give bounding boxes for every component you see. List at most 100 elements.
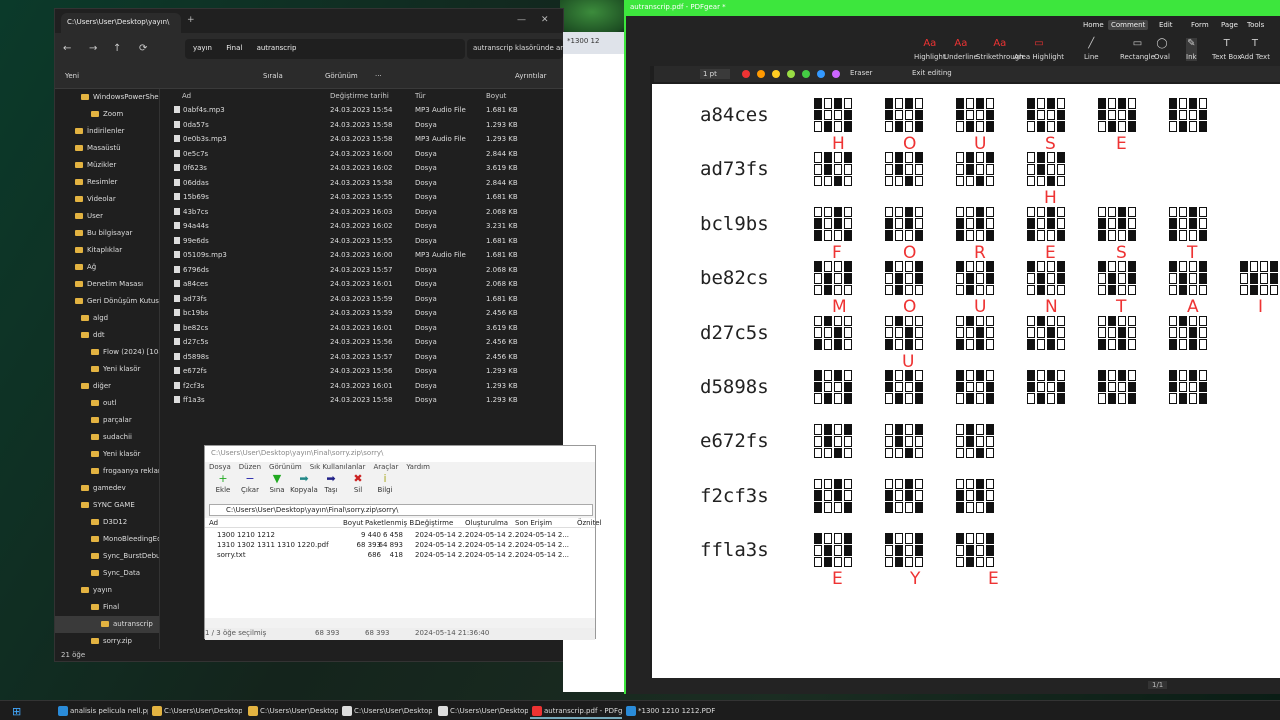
file-row[interactable]: a84ces 24.03.2023 16:01 Dosya 2.068 KB: [170, 277, 550, 292]
archive-menu-item[interactable]: Görünüm: [269, 463, 302, 471]
ink-annotation[interactable]: U: [902, 352, 914, 372]
archive-tool-button[interactable]: ➡ Kopyala: [290, 473, 318, 494]
exit-editing-button[interactable]: Exit editing: [912, 69, 952, 77]
sidebar-item[interactable]: sudachii: [55, 429, 159, 446]
ink-annotation[interactable]: A: [1187, 297, 1199, 317]
ribbon-tool[interactable]: ◯ Oval: [1154, 38, 1170, 61]
sidebar-item[interactable]: Denetim Masası: [55, 276, 159, 293]
archive-col[interactable]: Oluşturulma: [465, 519, 508, 527]
file-row[interactable]: 43b7cs 24.03.2023 16:03 Dosya 2.068 KB: [170, 205, 550, 220]
archive-row[interactable]: sorry.txt 686 418 2024-05-14 2... 2024-05-14…: [205, 550, 595, 560]
archive-menu-item[interactable]: Sık Kullanılanlar: [310, 463, 366, 471]
sidebar-item[interactable]: Yeni klasör: [55, 361, 159, 378]
col-type[interactable]: Tür: [415, 92, 426, 100]
ink-annotation[interactable]: N: [1045, 297, 1058, 317]
sidebar-item[interactable]: Geri Dönüşüm Kutusu: [55, 293, 159, 310]
sidebar-item[interactable]: autranscrip: [55, 616, 159, 633]
ink-annotation[interactable]: Y: [910, 569, 920, 589]
file-row[interactable]: 06ddas 24.03.2023 15:58 Dosya 2.844 KB: [170, 176, 550, 191]
file-row[interactable]: 0f623s 24.03.2023 16:02 Dosya 3.619 KB: [170, 161, 550, 176]
archive-menu-item[interactable]: Dosya: [209, 463, 231, 471]
ribbon-tool[interactable]: ▭ Area Highlight: [1014, 38, 1064, 61]
archive-col[interactable]: Ad: [209, 519, 218, 527]
ink-annotation[interactable]: U: [974, 297, 986, 317]
sidebar-item[interactable]: Flow (2024) [1080p] [B: [55, 344, 159, 361]
ink-width[interactable]: 1 pt: [700, 69, 730, 79]
sidebar-item[interactable]: Yeni klasör: [55, 446, 159, 463]
view-button[interactable]: Görünüm: [325, 72, 358, 80]
ribbon-tab[interactable]: Comment: [1108, 20, 1149, 30]
taskbar-item[interactable]: C:\Users\User\Desktop\: [340, 703, 432, 719]
sidebar-item[interactable]: D3D12: [55, 514, 159, 531]
ink-annotation[interactable]: R: [974, 243, 986, 263]
ribbon-tab[interactable]: Tools: [1244, 20, 1267, 30]
archive-col[interactable]: Öznitel: [577, 519, 602, 527]
ink-color-swatch[interactable]: [832, 70, 840, 78]
sidebar-item[interactable]: gamedev: [55, 480, 159, 497]
archive-tool-button[interactable]: i Bilgi: [371, 473, 399, 494]
minimize-icon[interactable]: —: [517, 15, 526, 25]
ink-annotation[interactable]: O: [903, 243, 916, 263]
file-row[interactable]: 15b69s 24.03.2023 15:55 Dosya 1.681 KB: [170, 190, 550, 205]
search-input[interactable]: autranscrip klasöründe ar..: [467, 39, 563, 59]
sidebar-item[interactable]: algd: [55, 310, 159, 327]
sidebar-item[interactable]: SYNC GAME: [55, 497, 159, 514]
sidebar-item[interactable]: Sync_Data: [55, 565, 159, 582]
archive-col[interactable]: Değiştirme: [415, 519, 453, 527]
ribbon-tab[interactable]: Home: [1080, 20, 1107, 30]
sidebar-item[interactable]: User: [55, 208, 159, 225]
ink-color-swatch[interactable]: [802, 70, 810, 78]
archive-menu-item[interactable]: Araçlar: [373, 463, 398, 471]
taskbar-item[interactable]: analisis pelicula nell.ppt: [56, 703, 148, 719]
breadcrumb[interactable]: yayın Final autranscrip: [185, 39, 465, 59]
sort-button[interactable]: Sırala: [263, 72, 283, 80]
ribbon-tool[interactable]: ✎ Ink: [1186, 38, 1197, 61]
ribbon-tool[interactable]: T Text Box: [1212, 38, 1241, 61]
close-icon[interactable]: ✕: [541, 15, 549, 25]
eraser-button[interactable]: Eraser: [850, 69, 872, 77]
col-size[interactable]: Boyut: [486, 92, 506, 100]
ink-annotation[interactable]: O: [903, 134, 916, 154]
ribbon-tab[interactable]: Page: [1218, 20, 1241, 30]
sidebar-item[interactable]: parçalar: [55, 412, 159, 429]
archive-col[interactable]: Paketlenmiş B...: [365, 519, 421, 527]
col-date[interactable]: Değiştirme tarihi: [330, 92, 389, 100]
sidebar-item[interactable]: Ağ: [55, 259, 159, 276]
page-indicator[interactable]: 1/1: [1148, 681, 1168, 689]
archive-tool-button[interactable]: + Ekle: [209, 473, 237, 494]
sidebar-item[interactable]: Kitaplıklar: [55, 242, 159, 259]
taskbar-item[interactable]: C:\Users\User\Desktop\: [246, 703, 338, 719]
ribbon-tool[interactable]: T Add Text: [1240, 38, 1270, 61]
file-row[interactable]: d5898s 24.03.2023 15:57 Dosya 2.456 KB: [170, 350, 550, 365]
ink-annotation[interactable]: I: [1258, 297, 1263, 317]
taskbar-item[interactable]: autranscrip.pdf - PDFge: [530, 703, 622, 719]
sidebar-item[interactable]: Müzikler: [55, 157, 159, 174]
refresh-icon[interactable]: ⟳: [139, 43, 147, 54]
ink-annotation[interactable]: H: [832, 134, 845, 154]
ribbon-tab[interactable]: Form: [1188, 20, 1212, 30]
taskbar-item[interactable]: *1300 1210 1212.PDF ve c: [624, 703, 716, 719]
archive-tool-button[interactable]: − Çıkar: [236, 473, 264, 494]
up-icon[interactable]: ↑: [113, 43, 121, 54]
ink-annotation[interactable]: O: [903, 297, 916, 317]
ink-color-swatch[interactable]: [742, 70, 750, 78]
sidebar-item[interactable]: MonoBleedingEdge: [55, 531, 159, 548]
ink-annotation[interactable]: S: [1116, 243, 1127, 263]
sidebar-item[interactable]: frogaanya reklamcılık: [55, 463, 159, 480]
file-row[interactable]: 99e6ds 24.03.2023 15:55 Dosya 1.681 KB: [170, 234, 550, 249]
file-row[interactable]: bc19bs 24.03.2023 15:59 Dosya 2.456 KB: [170, 306, 550, 321]
sidebar-item[interactable]: WindowsPowerShell: [55, 89, 159, 106]
file-row[interactable]: 0e0b3s.mp3 24.03.2023 15:58 MP3 Audio File…: [170, 132, 550, 147]
archive-row[interactable]: 1310 1302 1311 1310 1220.pdf 68 393 64 893…: [205, 540, 595, 550]
archive-row[interactable]: 1300 1210 1212 9 440 6 458 2024-05-14 2... 2…: [205, 530, 595, 540]
archive-menu-item[interactable]: Düzen: [239, 463, 261, 471]
file-row[interactable]: 0da57s 24.03.2023 15:58 Dosya 1.293 KB: [170, 118, 550, 133]
sidebar-item[interactable]: Final: [55, 599, 159, 616]
ink-annotation[interactable]: M: [832, 297, 847, 317]
file-row[interactable]: ad73fs 24.03.2023 15:59 Dosya 1.681 KB: [170, 292, 550, 307]
new-tab-icon[interactable]: +: [187, 15, 195, 25]
archive-col[interactable]: Boyut: [343, 519, 363, 527]
browser-tab[interactable]: *1300 12: [563, 32, 625, 54]
sidebar-item[interactable]: yayın: [55, 582, 159, 599]
file-row[interactable]: 0abf4s.mp3 24.03.2023 15:54 MP3 Audio File…: [170, 103, 550, 118]
